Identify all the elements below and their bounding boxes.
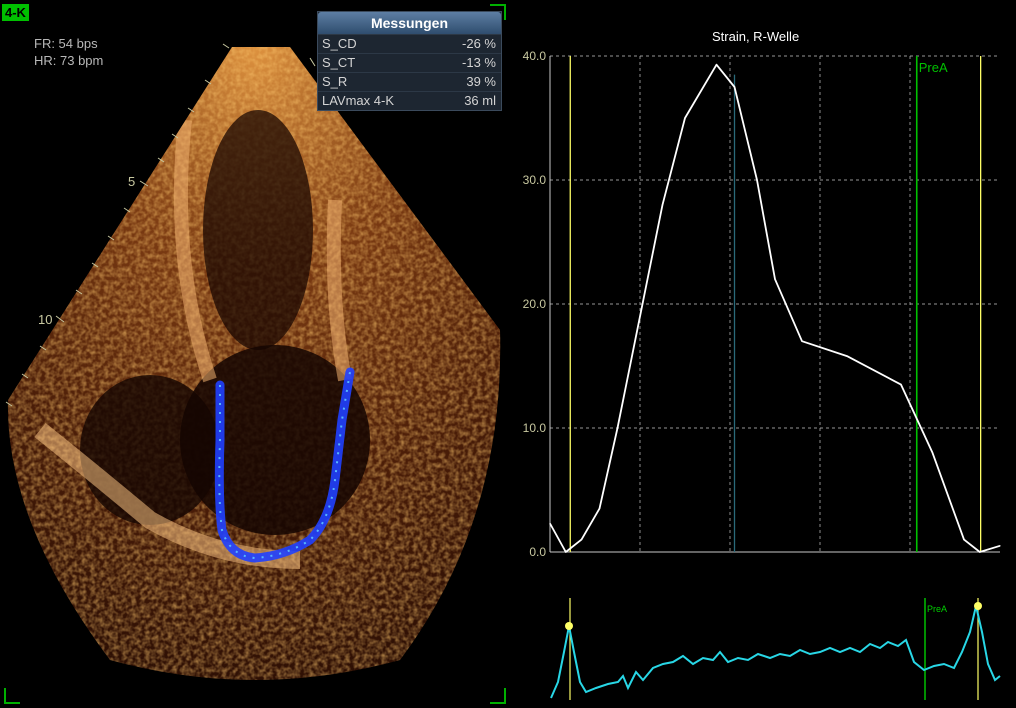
strain-data-point — [661, 204, 664, 206]
ecg-waveform — [550, 605, 1001, 699]
y-tick-label: 40.0 — [523, 49, 547, 63]
measurements-panel[interactable]: Messungen S_CD -26 % S_CT -13 % S_R 39 %… — [317, 11, 502, 111]
measurement-row[interactable]: S_R 39 % — [318, 72, 501, 91]
y-tick-label: 20.0 — [523, 297, 547, 311]
prea-label: PreA — [919, 60, 948, 75]
strain-data-point — [900, 384, 902, 386]
strain-data-point — [549, 522, 551, 525]
ecg-marker-dot[interactable] — [565, 622, 573, 630]
strain-data-point — [639, 315, 641, 317]
measurements-title: Messungen — [318, 12, 501, 34]
strain-data-point — [999, 545, 1001, 547]
strain-data-point — [565, 551, 567, 553]
measurement-row[interactable]: S_CD -26 % — [318, 34, 501, 53]
y-tick-label: 0.0 — [529, 545, 546, 559]
frame-rate-text: FR: 54 bps — [34, 36, 98, 51]
strain-data-point — [598, 508, 601, 510]
strain-data-point — [774, 278, 776, 280]
strain-chart[interactable]: 0.0 10.0 20.0 30.0 40.0 PreA — [505, 40, 1010, 570]
strain-data-point — [616, 427, 619, 429]
y-tick-label: 10.0 — [523, 421, 547, 435]
strain-data-point — [979, 551, 981, 553]
measurement-label: S_CT — [322, 55, 356, 70]
ecg-marker-dot[interactable] — [974, 602, 982, 610]
echo-sector — [7, 47, 501, 680]
strain-data-point — [801, 340, 803, 342]
y-tick-label: 30.0 — [523, 173, 547, 187]
measurement-label: S_R — [322, 74, 348, 89]
strain-data-point — [715, 64, 718, 66]
ecg-trace[interactable]: PreA — [548, 592, 1003, 702]
strain-data-point — [963, 539, 965, 541]
measurement-row[interactable]: LAVmax 4-K 36 ml — [318, 91, 501, 110]
strain-data-point — [580, 539, 583, 541]
measurement-row[interactable]: S_CT -13 % — [318, 53, 501, 72]
depth-label-5: 5 — [128, 174, 135, 189]
measurement-value: -26 % — [462, 36, 496, 51]
view-label-badge: 4-K — [2, 4, 29, 21]
ecg-prea-label: PreA — [927, 604, 947, 614]
strain-data-point — [931, 452, 934, 454]
corner-bracket-bottom-right — [490, 688, 506, 704]
strain-data-point — [756, 179, 758, 181]
depth-label-10: 10 — [38, 312, 52, 327]
heart-rate-text: HR: 73 bpm — [34, 53, 104, 68]
measurement-label: S_CD — [322, 36, 357, 51]
measurement-value: 39 % — [466, 74, 496, 89]
strain-data-point — [733, 86, 736, 88]
strain-data-point — [846, 355, 848, 357]
measurement-label: LAVmax 4-K — [322, 93, 395, 108]
measurement-value: -13 % — [462, 55, 496, 70]
strain-curve — [549, 63, 1001, 553]
corner-bracket-bottom-left — [4, 688, 20, 704]
measurement-value: 36 ml — [464, 93, 496, 108]
strain-data-point — [684, 117, 686, 119]
